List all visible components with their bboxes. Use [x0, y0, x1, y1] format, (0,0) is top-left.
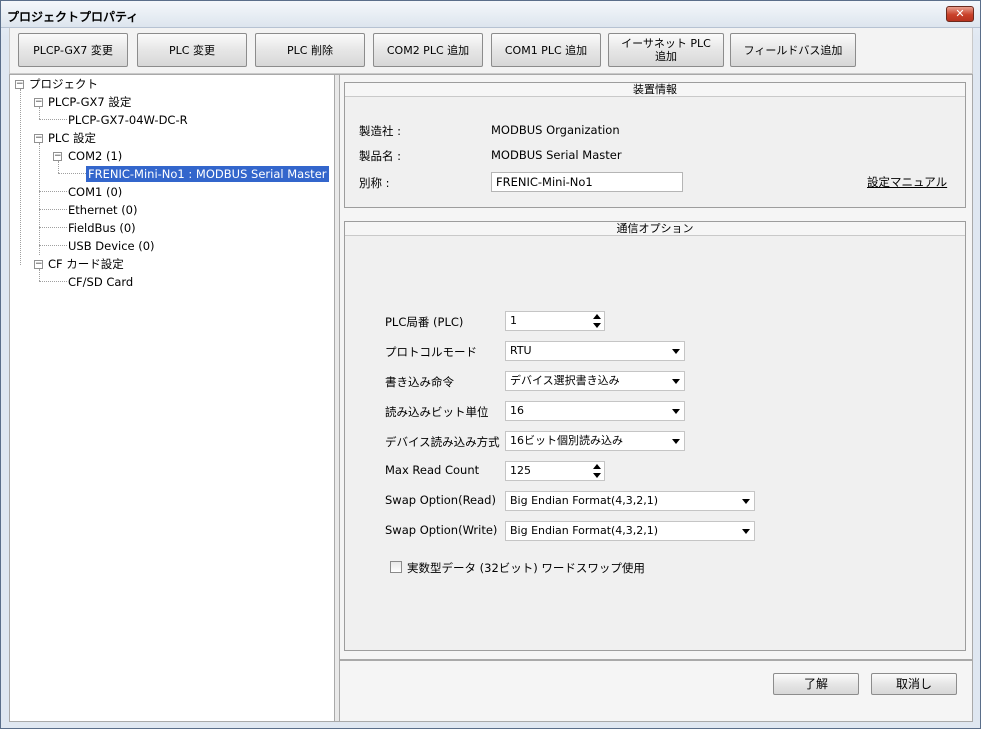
add-fieldbus-button[interactable]: フィールドバス追加 — [730, 33, 856, 67]
spin-down-icon[interactable] — [593, 473, 601, 478]
device-read-mode-select[interactable]: 16ビット個別読み込み — [505, 431, 685, 451]
spin-down-icon[interactable] — [593, 323, 601, 328]
add-ethernet-plc-button[interactable]: イーサネット PLC 追加 — [608, 33, 724, 67]
plcp-settings-expander[interactable]: − — [34, 98, 43, 107]
spin-up-icon[interactable] — [593, 464, 601, 469]
spin-up-icon[interactable] — [593, 314, 601, 319]
close-icon: ✕ — [955, 7, 965, 20]
swap-read-label: Swap Option(Read) — [385, 493, 496, 507]
cancel-button[interactable]: 取消し — [871, 673, 957, 695]
alias-label: 別称 : — [359, 176, 390, 190]
tree-item-com1[interactable]: COM1 (0) — [68, 184, 122, 200]
setup-manual-link[interactable]: 設定マニュアル — [867, 174, 947, 190]
close-button[interactable]: ✕ — [946, 6, 974, 22]
add-com2-plc-button[interactable]: COM2 PLC 追加 — [373, 33, 483, 67]
plc-station-spinner[interactable]: 1 — [505, 311, 605, 331]
plc-station-value: 1 — [510, 314, 517, 327]
chevron-down-icon — [672, 379, 680, 384]
dialog-footer: 了解 取消し — [340, 659, 972, 721]
read-bit-unit-value: 16 — [510, 404, 524, 417]
tree-item-plc-settings[interactable]: PLC 設定 — [48, 130, 96, 146]
tree-item-cf-sd-card[interactable]: CF/SD Card — [68, 274, 133, 290]
tree-item-plcp-model[interactable]: PLCP-GX7-04W-DC-R — [68, 112, 188, 128]
tree-item-fieldbus[interactable]: FieldBus (0) — [68, 220, 136, 236]
properties-panel: 装置情報 製造社 : MODBUS Organization 製品名 : MOD… — [340, 75, 972, 721]
device-info-header: 装置情報 — [345, 83, 965, 97]
alias-input[interactable]: FRENIC-Mini-No1 — [491, 172, 683, 192]
swap-write-select[interactable]: Big Endian Format(4,3,2,1) — [505, 521, 755, 541]
cf-settings-expander[interactable]: − — [34, 260, 43, 269]
tree-item-frenic-device[interactable]: FRENIC-Mini-No1 : MODBUS Serial Master — [86, 166, 329, 182]
project-expander[interactable]: − — [15, 80, 24, 89]
protocol-mode-value: RTU — [510, 344, 532, 357]
tree-item-plcp-settings[interactable]: PLCP-GX7 設定 — [48, 94, 131, 110]
max-read-count-label: Max Read Count — [385, 463, 480, 477]
max-read-count-value: 125 — [510, 464, 531, 477]
device-read-mode-value: 16ビット個別読み込み — [510, 434, 623, 447]
product-label: 製品名 : — [359, 149, 402, 163]
write-command-label: 書き込み命令 — [385, 375, 454, 389]
content-area: − プロジェクト − PLCP-GX7 設定 PLCP-GX7-04W-DC-R… — [9, 74, 973, 722]
toolbar: PLCP-GX7 変更 PLC 変更 PLC 削除 COM2 PLC 追加 CO… — [9, 28, 973, 74]
tree-item-usb-device[interactable]: USB Device (0) — [68, 238, 155, 254]
device-read-mode-label: デバイス読み込み方式 — [385, 435, 500, 449]
device-info-group: 装置情報 製造社 : MODBUS Organization 製品名 : MOD… — [344, 82, 966, 208]
read-bit-unit-select[interactable]: 16 — [505, 401, 685, 421]
title-bar[interactable]: プロジェクトプロパティ ✕ — [1, 1, 980, 28]
project-properties-window: プロジェクトプロパティ ✕ PLCP-GX7 変更 PLC 変更 PLC 削除 … — [0, 0, 981, 729]
chevron-down-icon — [742, 499, 750, 504]
comm-options-header: 通信オプション — [345, 222, 965, 236]
write-command-value: デバイス選択書き込み — [510, 374, 620, 387]
com2-expander[interactable]: − — [53, 152, 62, 161]
change-plc-button[interactable]: PLC 変更 — [137, 33, 247, 67]
plc-settings-expander[interactable]: − — [34, 134, 43, 143]
swap-read-value: Big Endian Format(4,3,2,1) — [510, 494, 659, 507]
delete-plc-button[interactable]: PLC 削除 — [255, 33, 365, 67]
tree-item-com2[interactable]: COM2 (1) — [68, 148, 122, 164]
chevron-down-icon — [672, 349, 680, 354]
write-command-select[interactable]: デバイス選択書き込み — [505, 371, 685, 391]
change-plcp-button[interactable]: PLCP-GX7 変更 — [18, 33, 128, 67]
ok-button[interactable]: 了解 — [773, 673, 859, 695]
add-com1-plc-button[interactable]: COM1 PLC 追加 — [491, 33, 601, 67]
chevron-down-icon — [672, 409, 680, 414]
tree-item-ethernet[interactable]: Ethernet (0) — [68, 202, 137, 218]
tree-item-cf-settings[interactable]: CF カード設定 — [48, 256, 124, 272]
comm-options-group: 通信オプション PLC局番 (PLC) 1 プロトコルモード RTU 書き込み命… — [344, 221, 966, 651]
float-word-swap-label: 実数型データ (32ビット) ワードスワップ使用 — [407, 561, 645, 575]
float-word-swap-checkbox[interactable] — [390, 561, 402, 573]
manufacturer-label: 製造社 : — [359, 124, 402, 138]
chevron-down-icon — [672, 439, 680, 444]
protocol-mode-select[interactable]: RTU — [505, 341, 685, 361]
chevron-down-icon — [742, 529, 750, 534]
project-tree: − プロジェクト − PLCP-GX7 設定 PLCP-GX7-04W-DC-R… — [10, 75, 335, 721]
product-value: MODBUS Serial Master — [491, 148, 622, 162]
manufacturer-value: MODBUS Organization — [491, 123, 620, 137]
plc-station-label: PLC局番 (PLC) — [385, 315, 464, 329]
swap-write-label: Swap Option(Write) — [385, 523, 498, 537]
swap-write-value: Big Endian Format(4,3,2,1) — [510, 524, 659, 537]
read-bit-unit-label: 読み込みビット単位 — [385, 405, 489, 419]
protocol-mode-label: プロトコルモード — [385, 345, 477, 359]
max-read-count-spinner[interactable]: 125 — [505, 461, 605, 481]
tree-item-project[interactable]: プロジェクト — [29, 76, 98, 92]
window-title: プロジェクトプロパティ — [7, 10, 139, 24]
swap-read-select[interactable]: Big Endian Format(4,3,2,1) — [505, 491, 755, 511]
